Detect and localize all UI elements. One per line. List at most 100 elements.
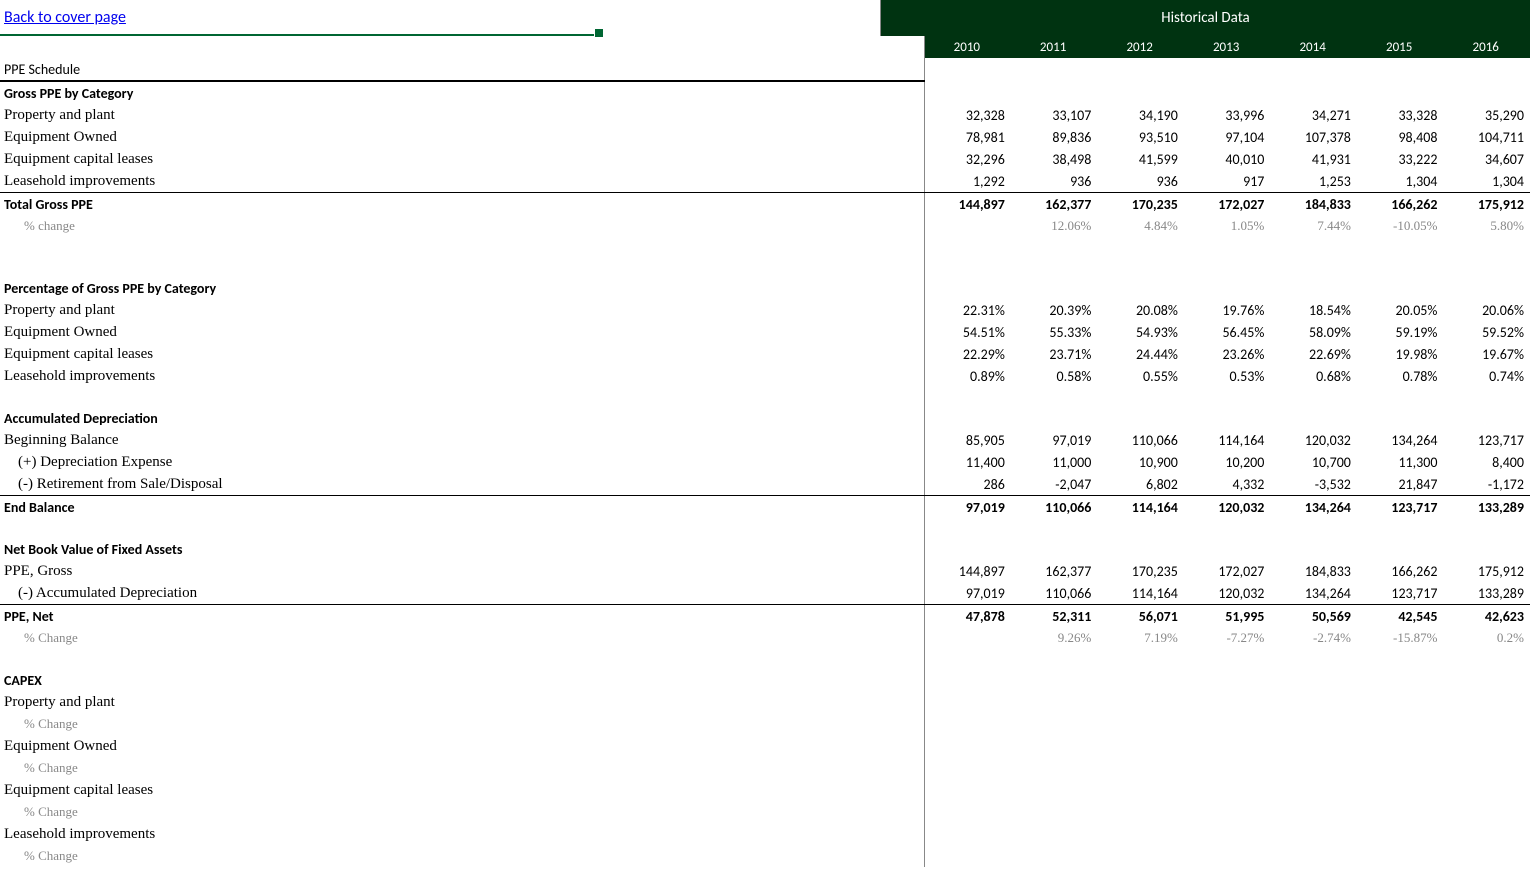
cell-equip-cap-lease-2013: 40,010 [1184,148,1271,170]
cell-ppe-gross-2016: 175,912 [1443,560,1530,582]
cell-pct-gross-cat-2013 [1184,277,1271,299]
cell-equip-owned-2012: 93,510 [1097,126,1184,148]
cell-cx-prop-chg-2016 [1443,713,1530,735]
cell-ppe-net-2015: 42,545 [1357,605,1444,628]
cell-net-change-2016: 0.2% [1443,627,1530,649]
row-ppe-schedule: PPE Schedule [0,58,1530,81]
label-cx-prop: Property and plant [0,691,924,713]
cell-pct-equip-cap-2014: 22.69% [1270,343,1357,365]
row-pct-equip-cap: Equipment capital leases22.29%23.71%24.4… [0,343,1530,365]
cell-total-gross-ppe-2016: 175,912 [1443,193,1530,216]
row-cx-equip-owned: Equipment Owned [0,735,1530,757]
cell-cx-prop-2013 [1184,691,1271,713]
label-cx-prop-chg: % Change [0,713,924,735]
cell-cx-equip-owned-2016 [1443,735,1530,757]
cell-blank3-2014 [1270,518,1357,538]
cell-beg-bal-2014: 120,032 [1270,429,1357,451]
cell-cx-leasehold-2015 [1357,823,1444,845]
cell-beg-bal-2011: 97,019 [1011,429,1098,451]
cell-cx-prop-chg-2010 [924,713,1011,735]
cell-end-bal-2011: 110,066 [1011,496,1098,519]
cell-equip-cap-lease-2016: 34,607 [1443,148,1530,170]
cell-pct-gross-cat-2012 [1097,277,1184,299]
cell-ppe-net-2010: 47,878 [924,605,1011,628]
row-blank2 [0,387,1530,407]
back-link-cell: Back to cover page [0,0,600,36]
cell-gross-ppe-cat-2014 [1270,81,1357,104]
cell-nbv-2014 [1270,538,1357,560]
row-gross-ppe-cat: Gross PPE by Category [0,81,1530,104]
back-to-cover-link[interactable]: Back to cover page [4,8,126,27]
cell-blank3-2013 [1184,518,1271,538]
cell-cx-equip-cap-2015 [1357,779,1444,801]
cell-net-change-2012: 7.19% [1097,627,1184,649]
cell-total-gross-ppe-2013: 172,027 [1184,193,1271,216]
cell-pct-prop-2014: 18.54% [1270,299,1357,321]
label-pct-gross-cat: Percentage of Gross PPE by Category [0,277,924,299]
cell-cx-prop-chg-2015 [1357,713,1444,735]
cell-end-bal-2016: 133,289 [1443,496,1530,519]
cell-cx-leasehold-2011 [1011,823,1098,845]
cell-blank1b-2011 [1011,257,1098,277]
label-pct-prop: Property and plant [0,299,924,321]
cell-pct-gross-cat-2016 [1443,277,1530,299]
cell-cx-equip-cap-chg-2016 [1443,801,1530,823]
row-cx-leasehold-chg: % Change [0,845,1530,867]
row-less-accum: (-) Accumulated Depreciation97,019110,06… [0,582,1530,605]
label-blank1 [0,237,924,257]
cell-cx-equip-cap-2016 [1443,779,1530,801]
label-cx-equip-owned-chg: % Change [0,757,924,779]
cell-pct-leasehold-2011: 0.58% [1011,365,1098,387]
cell-leasehold-imp-2011: 936 [1011,170,1098,193]
cell-accum-dep-2013 [1184,407,1271,429]
cell-ppe-net-2016: 42,623 [1443,605,1530,628]
cell-equip-cap-lease-2011: 38,498 [1011,148,1098,170]
cell-blank4-2016 [1443,649,1530,669]
ppe-table: 2010 2011 2012 2013 2014 2015 2016 PPE S… [0,36,1530,867]
cell-ppe-gross-2010: 144,897 [924,560,1011,582]
label-pct-equip-cap: Equipment capital leases [0,343,924,365]
cell-cx-equip-owned-chg-2010 [924,757,1011,779]
cell-pct-leasehold-2013: 0.53% [1184,365,1271,387]
cell-cx-equip-cap-chg-2015 [1357,801,1444,823]
cell-cx-equip-cap-chg-2010 [924,801,1011,823]
cell-pct-equip-cap-2010: 22.29% [924,343,1011,365]
cell-pct-gross-cat-2011 [1011,277,1098,299]
label-cx-equip-cap: Equipment capital leases [0,779,924,801]
cell-equip-cap-lease-2012: 41,599 [1097,148,1184,170]
cell-retirement-2014: -3,532 [1270,473,1357,496]
cell-gross-ppe-cat-2016 [1443,81,1530,104]
cell-retirement-2016: -1,172 [1443,473,1530,496]
cell-net-change-2013: -7.27% [1184,627,1271,649]
cell-blank4-2012 [1097,649,1184,669]
label-ppe-net: PPE, Net [0,605,924,628]
row-pct-gross-cat: Percentage of Gross PPE by Category [0,277,1530,299]
cell-cx-equip-cap-chg-2012 [1097,801,1184,823]
label-dep-exp: (+) Depreciation Expense [0,451,924,473]
cell-cx-leasehold-chg-2014 [1270,845,1357,867]
cell-ppe-net-2013: 51,995 [1184,605,1271,628]
cell-retirement-2012: 6,802 [1097,473,1184,496]
cell-cx-equip-owned-chg-2012 [1097,757,1184,779]
cell-cx-leasehold-chg-2013 [1184,845,1271,867]
cell-blank1-2016 [1443,237,1530,257]
cell-cx-equip-owned-chg-2011 [1011,757,1098,779]
label-pct-equip-owned: Equipment Owned [0,321,924,343]
cell-blank3-2012 [1097,518,1184,538]
cell-pct-leasehold-2014: 0.68% [1270,365,1357,387]
row-dep-exp: (+) Depreciation Expense11,40011,00010,9… [0,451,1530,473]
cell-tg-change-2011: 12.06% [1011,215,1098,237]
cell-accum-dep-2015 [1357,407,1444,429]
row-cx-prop-chg: % Change [0,713,1530,735]
cell-accum-dep-2010 [924,407,1011,429]
cell-beg-bal-2016: 123,717 [1443,429,1530,451]
cell-total-gross-ppe-2012: 170,235 [1097,193,1184,216]
cell-blank1-2013 [1184,237,1271,257]
cell-ppe-schedule-2013 [1184,58,1271,81]
cell-cx-equip-owned-2011 [1011,735,1098,757]
cell-beg-bal-2015: 134,264 [1357,429,1444,451]
cell-capex-2014 [1270,669,1357,691]
cell-dep-exp-2015: 11,300 [1357,451,1444,473]
cell-prop-plant-2014: 34,271 [1270,104,1357,126]
cell-selection-handle-icon[interactable] [594,28,604,38]
